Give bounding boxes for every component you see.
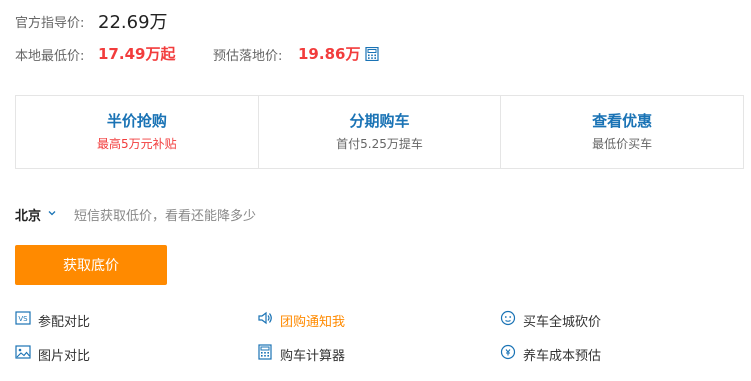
svg-text:VS: VS	[18, 315, 28, 323]
image-icon	[15, 344, 31, 364]
card-title: 分期购车	[349, 112, 410, 130]
chevron-down-icon	[47, 207, 57, 222]
guide-price-label: 官方指导价:	[15, 16, 85, 31]
card-subtitle: 首付5.25万提车	[336, 137, 423, 151]
link-label: 养车成本预估	[523, 348, 602, 364]
card-title: 半价抢购	[106, 112, 167, 130]
vs-icon: VS	[15, 310, 31, 330]
est-price-value: 19.86万	[298, 45, 361, 63]
get-lowest-price-button[interactable]: 获取底价	[15, 245, 167, 285]
card-half-price[interactable]: 半价抢购 最高5万元补贴	[16, 96, 259, 168]
link-label: 参配对比	[38, 314, 91, 330]
card-subtitle: 最高5万元补贴	[97, 137, 177, 151]
card-installment[interactable]: 分期购车 首付5.25万提车	[259, 96, 502, 168]
link-compare-specs[interactable]: VS 参配对比	[15, 310, 90, 330]
calculator-icon	[257, 344, 273, 364]
city-selector[interactable]: 北京	[15, 205, 57, 224]
city-name: 北京	[15, 209, 42, 224]
link-group-buy-notify[interactable]: 团购通知我	[257, 310, 345, 330]
calculator-icon[interactable]	[365, 46, 379, 65]
guide-price-value: 22.69万	[98, 12, 168, 33]
link-car-calculator[interactable]: 购车计算器	[257, 344, 345, 364]
est-price-label: 预估落地价:	[213, 49, 283, 64]
bargain-face-icon	[500, 310, 516, 330]
link-city-bargain[interactable]: 买车全城砍价	[500, 310, 601, 330]
link-label: 团购通知我	[280, 314, 346, 330]
card-title: 查看优惠	[592, 112, 653, 130]
speaker-icon	[257, 310, 273, 330]
promo-cards: 半价抢购 最高5万元补贴 分期购车 首付5.25万提车 查看优惠 最低价买车	[15, 95, 744, 169]
link-maintenance-cost[interactable]: 养车成本预估	[500, 344, 601, 364]
card-subtitle: 最低价买车	[592, 137, 653, 151]
card-discount[interactable]: 查看优惠 最低价买车	[501, 96, 743, 168]
link-label: 图片对比	[38, 348, 91, 364]
link-compare-images[interactable]: 图片对比	[15, 344, 90, 364]
cost-icon	[500, 344, 516, 364]
local-price-value: 17.49万起	[98, 45, 176, 63]
link-label: 买车全城砍价	[523, 314, 602, 330]
local-price-label: 本地最低价:	[15, 49, 85, 64]
link-label: 购车计算器	[280, 348, 346, 364]
sms-hint: 短信获取低价，看看还能降多少	[74, 209, 257, 224]
